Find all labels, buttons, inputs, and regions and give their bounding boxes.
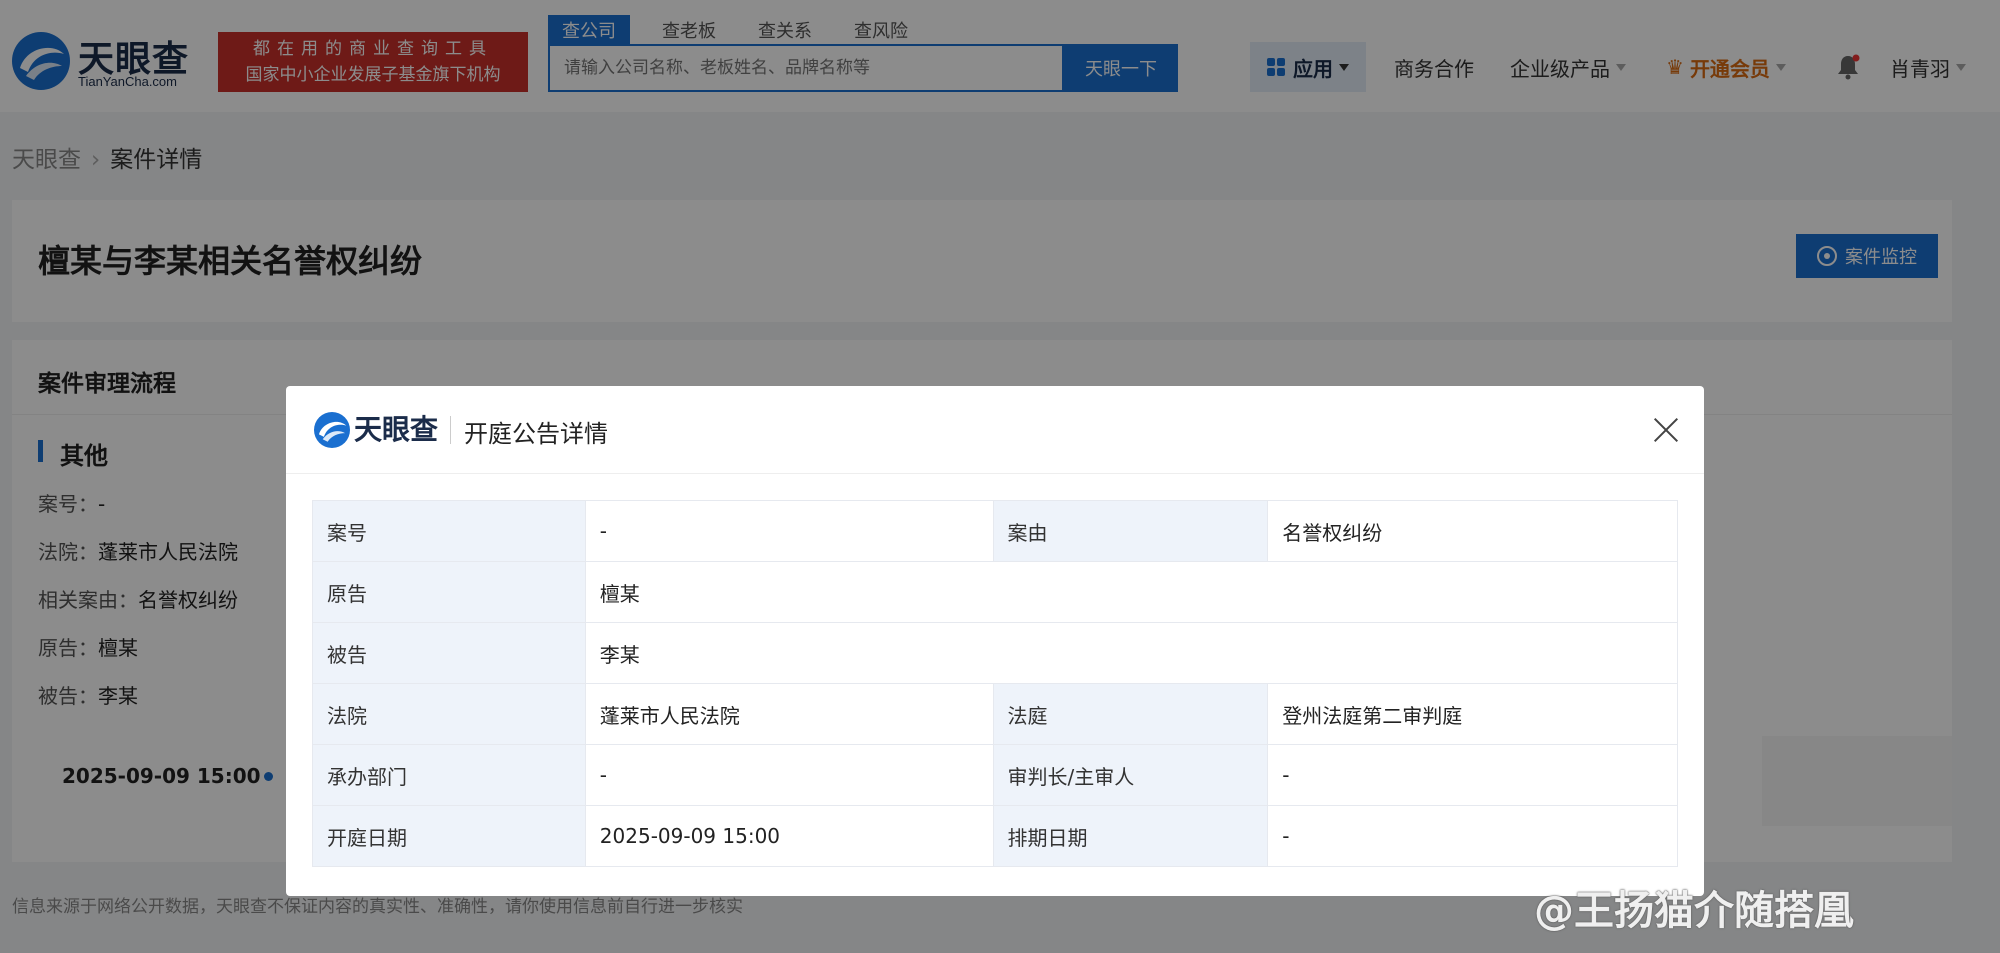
value-cell: 李某: [584, 622, 1679, 684]
modal-header: 天眼查 开庭公告详情: [286, 386, 1704, 474]
key-cell: 被告: [312, 622, 586, 684]
table-row: 法院 蓬莱市人民法院 法庭 登州法庭第二审判庭: [312, 683, 1678, 745]
key-cell: 法院: [312, 683, 586, 745]
close-icon[interactable]: [1652, 416, 1680, 444]
watermark: @王扬猫介随搭凰: [1534, 888, 1854, 934]
value-cell: 登州法庭第二审判庭: [1267, 683, 1678, 745]
value-cell: -: [584, 500, 994, 562]
value-cell: -: [1267, 744, 1678, 806]
divider: [450, 416, 451, 444]
tianyancha-logo-icon: [314, 412, 350, 448]
modal-logo-text: 天眼查: [354, 413, 439, 446]
table-row: 原告 檀某: [312, 561, 1679, 623]
key-cell: 法庭: [992, 683, 1269, 745]
key-cell: 排期日期: [992, 805, 1269, 867]
key-cell: 开庭日期: [312, 805, 586, 867]
hearing-notice-modal: 天眼查 开庭公告详情 案号 - 案由 名誉权纠纷 原告 檀某 被告 李某 法院 …: [286, 386, 1704, 896]
value-cell: -: [584, 744, 994, 806]
key-cell: 审判长/主审人: [992, 744, 1269, 806]
table-row: 承办部门 - 审判长/主审人 -: [312, 744, 1678, 806]
value-cell: 蓬莱市人民法院: [584, 683, 994, 745]
value-cell: 2025-09-09 15:00: [584, 805, 994, 867]
value-cell: 名誉权纠纷: [1267, 500, 1678, 562]
table-row: 案号 - 案由 名誉权纠纷: [312, 500, 1678, 562]
value-cell: -: [1267, 805, 1678, 867]
table-row: 开庭日期 2025-09-09 15:00 排期日期 -: [312, 805, 1678, 867]
modal-title: 开庭公告详情: [464, 420, 608, 448]
table-row: 被告 李某: [312, 622, 1679, 684]
value-cell: 檀某: [584, 561, 1679, 623]
key-cell: 原告: [312, 561, 586, 623]
key-cell: 承办部门: [312, 744, 586, 806]
key-cell: 案由: [992, 500, 1269, 562]
key-cell: 案号: [312, 500, 586, 562]
detail-table: 案号 - 案由 名誉权纠纷 原告 檀某 被告 李某 法院 蓬莱市人民法院 法庭 …: [312, 500, 1679, 867]
